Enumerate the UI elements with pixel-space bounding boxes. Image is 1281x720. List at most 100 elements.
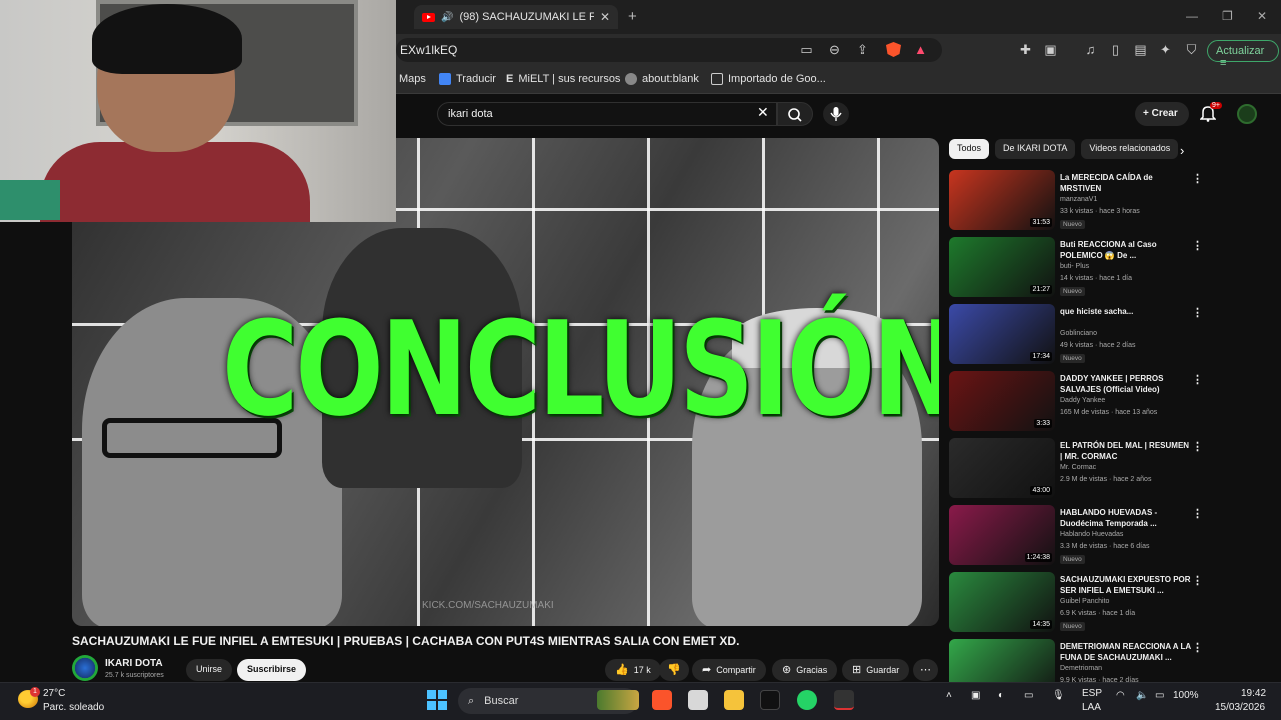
thanks-button[interactable]: ⊛ Gracias xyxy=(772,659,838,681)
more-vertical-icon[interactable]: ⋮ xyxy=(1192,239,1203,252)
recommendation-title[interactable]: DADDY YANKEE | PERROS SALVAJES (Official… xyxy=(1060,373,1192,395)
maximize-icon[interactable]: ❐ xyxy=(1222,9,1233,23)
recommendation-item[interactable]: 43:00 EL PATRÓN DEL MAL | RESUMEN | MR. C… xyxy=(949,438,1209,498)
recommendation-thumbnail[interactable]: 21:27 xyxy=(949,237,1055,297)
recommendation-thumbnail[interactable]: 14:35 xyxy=(949,572,1055,632)
save-button[interactable]: ⊞ Guardar xyxy=(842,659,910,681)
bookmark-about-blank[interactable]: about:blank xyxy=(625,73,699,85)
recommendation-channel[interactable]: Demetrioman xyxy=(1060,665,1102,672)
more-vertical-icon[interactable]: ⋮ xyxy=(1192,574,1203,587)
recommendation-item[interactable]: 17:34 que hiciste sacha... Goblinciano 49 k… xyxy=(949,304,1209,364)
like-button[interactable]: 👍 17 k xyxy=(605,659,661,681)
recommendation-item[interactable]: 3:33 DADDY YANKEE | PERROS SALVAJES (Offi… xyxy=(949,371,1209,431)
recommendation-title[interactable]: SACHAUZUMAKI EXPUESTO POR SER INFIEL A E… xyxy=(1060,574,1192,596)
weather-condition[interactable]: Parc. soleado xyxy=(43,702,104,713)
extensions-icon[interactable]: ✚ xyxy=(1018,42,1033,57)
recommendation-channel[interactable]: Hablando Huevadas xyxy=(1060,531,1123,538)
recommendation-item[interactable]: 1:24:38 HABLANDO HUEVADAS - Duodécima Tem… xyxy=(949,505,1209,565)
keyboard-layout[interactable]: LAA xyxy=(1082,702,1101,713)
recommendation-title[interactable]: EL PATRÓN DEL MAL | RESUMEN | MR. CORMAC xyxy=(1060,440,1192,462)
recommendation-channel[interactable]: Goblinciano xyxy=(1060,330,1097,337)
chip-from-channel[interactable]: De IKARI DOTA xyxy=(995,139,1076,159)
wallet-icon[interactable]: ▤ xyxy=(1133,42,1148,57)
new-tab-icon[interactable]: + xyxy=(628,8,637,25)
close-window-icon[interactable]: ✕ xyxy=(1257,9,1267,23)
more-vertical-icon[interactable]: ⋮ xyxy=(1192,440,1203,453)
tray-app-icon[interactable]: ▣ xyxy=(971,690,980,701)
bookmark-translate[interactable]: Traducir xyxy=(439,73,496,85)
search-button[interactable] xyxy=(777,102,813,126)
account-avatar[interactable] xyxy=(1237,104,1257,124)
start-windows-icon[interactable] xyxy=(427,690,447,710)
channel-avatar[interactable] xyxy=(72,655,98,681)
recommendation-thumbnail[interactable]: 1:24:38 xyxy=(949,505,1055,565)
tray-sync-icon[interactable]: ◐ xyxy=(998,690,1004,701)
more-vertical-icon[interactable]: ⋮ xyxy=(1192,172,1203,185)
recommendation-thumbnail[interactable]: 31:53 xyxy=(949,170,1055,230)
battery-icon[interactable]: ▭ xyxy=(1155,690,1164,701)
tray-storage-icon[interactable]: ▭ xyxy=(1024,690,1033,701)
recommendation-item[interactable]: 14:35 SACHAUZUMAKI EXPUESTO POR SER INFIE… xyxy=(949,572,1209,632)
audio-icon[interactable]: 🔊 xyxy=(441,12,453,23)
whatsapp-icon[interactable] xyxy=(797,690,817,710)
cast-icon[interactable]: ▭ xyxy=(799,42,814,57)
share-button[interactable]: ➦ Compartir xyxy=(692,659,766,681)
tray-microphone-icon[interactable]: 🎙 xyxy=(1052,690,1065,701)
subscribe-button[interactable]: Suscribirse xyxy=(237,659,307,681)
create-button[interactable]: + Crear xyxy=(1135,102,1189,126)
sidebar-icon[interactable]: ▯ xyxy=(1108,42,1123,57)
media-icon[interactable]: ♫ xyxy=(1083,42,1098,57)
more-vertical-icon[interactable]: ⋮ xyxy=(1192,373,1203,386)
update-button[interactable]: Actualizar ≡ xyxy=(1207,40,1279,69)
dislike-button[interactable]: 👎 xyxy=(659,659,689,681)
channel-name[interactable]: IKARI DOTA xyxy=(105,658,163,669)
volume-icon[interactable]: 🔈 xyxy=(1136,690,1148,701)
recommendation-channel[interactable]: Daddy Yankee xyxy=(1060,397,1105,404)
recommendation-thumbnail[interactable]: 17:34 xyxy=(949,304,1055,364)
tray-chevron-up-icon[interactable]: ˄ xyxy=(946,690,952,701)
more-vertical-icon[interactable]: ⋮ xyxy=(1192,306,1203,319)
share-icon[interactable]: ⇪ xyxy=(855,42,870,57)
leo-ai-icon[interactable]: ✦ xyxy=(1158,42,1173,57)
recommendation-title[interactable]: La MERECIDA CAÍDA de MRSTIVEN xyxy=(1060,172,1192,194)
zoom-icon[interactable]: ⊖ xyxy=(827,42,842,57)
tiktok-icon[interactable] xyxy=(760,690,780,710)
recommendation-channel[interactable]: manzanaV1 xyxy=(1060,196,1097,203)
more-actions-button[interactable]: ⋯ xyxy=(913,659,938,681)
chevron-right-icon[interactable]: › xyxy=(1180,143,1184,158)
brave-browser-icon[interactable] xyxy=(652,690,672,710)
brave-rewards-icon[interactable]: ▲ xyxy=(913,42,928,57)
clock-date[interactable]: 15/03/2026 xyxy=(1215,702,1265,713)
bookmark-maps[interactable]: Maps xyxy=(399,73,426,85)
chip-related[interactable]: Videos relacionados xyxy=(1081,139,1179,159)
bookmark-imported-folder[interactable]: Importado de Goo... xyxy=(711,73,826,85)
clear-search-icon[interactable]: ✕ xyxy=(757,104,769,121)
recommendation-item[interactable]: 21:27 Buti REACCIONA al Caso POLEMICO 😱 D… xyxy=(949,237,1209,297)
recommendation-thumbnail[interactable]: 43:00 xyxy=(949,438,1055,498)
microsoft-store-icon[interactable] xyxy=(688,690,708,710)
recommendation-item[interactable]: 31:53 La MERECIDA CAÍDA de MRSTIVEN manzan… xyxy=(949,170,1209,230)
recommendation-channel[interactable]: buti- Plus xyxy=(1060,263,1089,270)
app-icon[interactable] xyxy=(834,690,854,710)
chip-all[interactable]: Todos xyxy=(949,139,990,159)
more-vertical-icon[interactable]: ⋮ xyxy=(1192,507,1203,520)
join-button[interactable]: Unirse xyxy=(186,659,233,681)
more-vertical-icon[interactable]: ⋮ xyxy=(1192,641,1203,654)
vpn-icon[interactable]: ⛉ xyxy=(1184,42,1199,57)
tab-close-icon[interactable]: ✕ xyxy=(600,10,610,24)
recommendation-title[interactable]: que hiciste sacha... xyxy=(1060,306,1192,317)
bookmark-mielt[interactable]: E MiELT | sus recursos xyxy=(506,73,620,85)
minimize-icon[interactable]: — xyxy=(1186,9,1198,23)
browser-tab-active[interactable]: 🔊 (98) SACHAUZUMAKI LE FUE ✕ xyxy=(414,5,618,29)
search-input[interactable]: ikari dota xyxy=(437,102,777,126)
recommendation-thumbnail[interactable]: 3:33 xyxy=(949,371,1055,431)
wifi-icon[interactable]: ◠ xyxy=(1116,690,1125,701)
recommendation-channel[interactable]: Guibel Panchito xyxy=(1060,598,1109,605)
input-language[interactable]: ESP xyxy=(1082,688,1102,699)
file-explorer-icon[interactable] xyxy=(724,690,744,710)
recommendation-title[interactable]: DEMETRIOMAN REACCIONA A LA FUNA DE SACHA… xyxy=(1060,641,1192,663)
recommendation-title[interactable]: Buti REACCIONA al Caso POLEMICO 😱 De ... xyxy=(1060,239,1192,261)
widget-landscape-icon[interactable] xyxy=(597,690,639,710)
recommendation-title[interactable]: HABLANDO HUEVADAS - Duodécima Temporada … xyxy=(1060,507,1192,529)
screenshot-icon[interactable]: ▣ xyxy=(1043,42,1058,57)
